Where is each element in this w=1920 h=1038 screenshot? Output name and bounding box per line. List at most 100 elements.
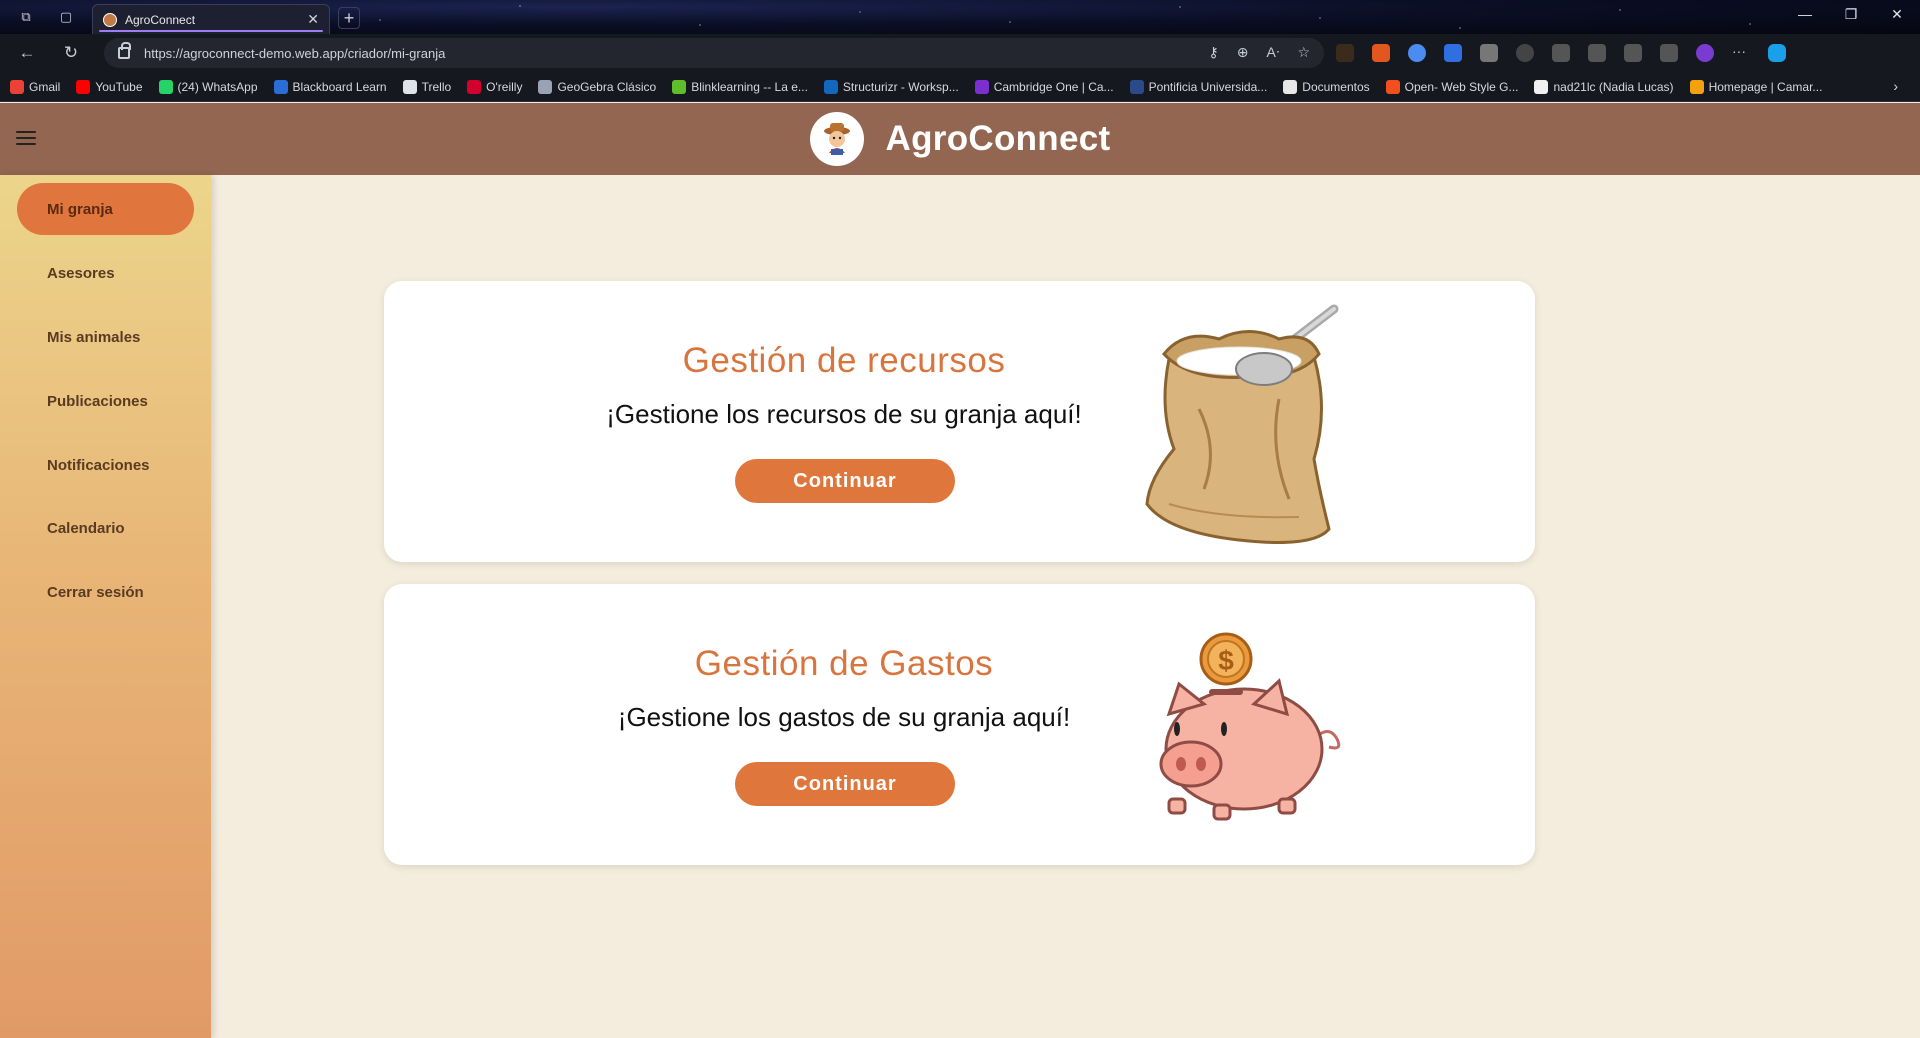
svg-text:$: $ <box>1218 645 1234 676</box>
lock-icon <box>118 42 131 59</box>
bookmark-label: Documentos <box>1302 79 1370 94</box>
more-menu-icon[interactable]: ··· <box>1732 44 1750 62</box>
browser-titlebar: ⧉ ▢ AgroConnect ✕ + — ❐ ✕ <box>0 0 1920 34</box>
extension-icon-5[interactable] <box>1480 44 1498 62</box>
key-icon[interactable]: ⚷ <box>1209 44 1219 61</box>
favorite-star-icon[interactable]: ☆ <box>1297 44 1310 61</box>
sidebar-item-cerrar-sesion[interactable]: Cerrar sesión <box>17 566 194 618</box>
bookmark-favicon-icon <box>974 79 989 94</box>
card-gestion-gastos: Gestión de Gastos ¡Gestione los gastos d… <box>384 584 1535 865</box>
profile-avatar[interactable] <box>1696 44 1714 62</box>
browser-tab-active[interactable]: AgroConnect ✕ <box>92 4 330 34</box>
bookmark-item[interactable]: O'reilly <box>467 79 523 94</box>
bookmark-favicon-icon <box>1385 79 1400 94</box>
bookmark-item[interactable]: Open- Web Style G... <box>1385 79 1518 94</box>
minimize-icon[interactable]: — <box>1782 6 1828 22</box>
bookmark-favicon-icon <box>76 79 91 94</box>
bookmark-label: Blackboard Learn <box>292 79 387 94</box>
workspaces-icon[interactable]: ⧉ <box>18 9 34 25</box>
browser-toolbar: ← ↻ https://agroconnect-demo.web.app/cri… <box>0 34 1920 72</box>
bookmark-item[interactable]: Blackboard Learn <box>273 79 387 94</box>
zoom-icon[interactable]: ⊕ <box>1237 44 1249 61</box>
restore-icon[interactable]: ❐ <box>1828 6 1874 23</box>
bookmark-label: Structurizr - Worksp... <box>842 79 959 94</box>
refresh-icon[interactable]: ↻ <box>60 44 82 62</box>
bookmark-item[interactable]: YouTube <box>76 79 143 94</box>
bookmark-item[interactable]: Blinklearning -- La e... <box>672 79 808 94</box>
bookmark-label: O'reilly <box>486 79 523 94</box>
split-screen-icon[interactable] <box>1552 44 1570 62</box>
bookmark-item[interactable]: Structurizr - Worksp... <box>823 79 959 94</box>
tab-actions-icon[interactable]: ▢ <box>58 9 74 25</box>
close-window-icon[interactable]: ✕ <box>1874 6 1920 23</box>
bookmark-favicon-icon <box>10 79 24 94</box>
bookmark-item[interactable]: Pontificia Universida... <box>1129 79 1267 94</box>
bookmark-label: (24) WhatsApp <box>177 79 258 94</box>
extension-icon-3[interactable] <box>1408 44 1426 62</box>
app-title: AgroConnect <box>885 119 1111 158</box>
bookmark-label: nad21lc (Nadia Lucas) <box>1553 79 1674 94</box>
flour-sack-icon <box>1129 289 1359 559</box>
sidebar-item-publicaciones[interactable]: Publicaciones <box>17 375 194 427</box>
bookmark-label: Blinklearning -- La e... <box>691 79 808 94</box>
bookmark-label: Gmail <box>29 79 61 94</box>
tab-favicon-icon <box>103 12 117 27</box>
translate-icon[interactable] <box>1444 44 1462 62</box>
extensions-puzzle-icon[interactable] <box>1516 44 1534 62</box>
continuar-gastos-button[interactable]: Continuar <box>735 762 955 806</box>
bookmark-favicon-icon <box>1129 79 1144 94</box>
extension-icon-2[interactable] <box>1372 44 1390 62</box>
bookmark-label: Homepage | Camar... <box>1708 79 1823 94</box>
bookmark-item[interactable]: (24) WhatsApp <box>158 79 258 94</box>
sidebar-item-asesores[interactable]: Asesores <box>17 247 194 299</box>
copilot-icon[interactable] <box>1768 44 1786 62</box>
bookmark-item[interactable]: Gmail <box>10 79 61 94</box>
bookmark-item[interactable]: Trello <box>402 79 452 94</box>
app-header: AgroConnect <box>0 103 1920 175</box>
piggy-bank-icon: $ <box>1129 629 1359 834</box>
bookmarks-overflow-icon[interactable]: › <box>1893 78 1898 94</box>
bookmark-favicon-icon <box>158 79 173 94</box>
back-icon[interactable]: ← <box>16 44 38 62</box>
collections-icon[interactable] <box>1624 44 1642 62</box>
browser-essentials-icon[interactable] <box>1660 44 1678 62</box>
extension-icon-1[interactable] <box>1336 44 1354 62</box>
url-text: https://agroconnect-demo.web.app/criador… <box>144 45 446 61</box>
bookmark-item[interactable]: GeoGebra Clásico <box>538 79 657 94</box>
tab-close-icon[interactable]: ✕ <box>307 11 319 28</box>
brand: AgroConnect <box>809 112 1111 166</box>
sidebar-item-calendario[interactable]: Calendario <box>17 502 194 554</box>
bookmark-favicon-icon <box>538 79 553 94</box>
sidebar-item-label: Calendario <box>47 519 125 537</box>
bookmark-label: Cambridge One | Ca... <box>993 79 1114 94</box>
sidebar-item-label: Mis animales <box>47 328 141 346</box>
bookmark-favicon-icon <box>823 79 838 94</box>
sidebar-item-label: Asesores <box>47 264 115 282</box>
bookmark-favicon-icon <box>402 79 417 94</box>
bookmark-item[interactable]: Documentos <box>1283 79 1370 94</box>
sidebar-item-mi-granja[interactable]: Mi granja <box>17 183 194 235</box>
bookmark-favicon-icon <box>1534 79 1549 94</box>
read-aloud-icon[interactable]: Aᐧ <box>1267 44 1280 61</box>
address-bar[interactable]: https://agroconnect-demo.web.app/criador… <box>104 38 1324 68</box>
bookmark-favicon-icon <box>1689 79 1704 94</box>
hamburger-menu-icon[interactable] <box>16 131 36 147</box>
favorites-icon[interactable] <box>1588 44 1606 62</box>
bookmark-favicon-icon <box>672 79 687 94</box>
bookmark-item[interactable]: Homepage | Camar... <box>1689 79 1823 94</box>
sidebar-item-label: Notificaciones <box>47 456 150 474</box>
continuar-recursos-button[interactable]: Continuar <box>735 459 955 503</box>
bookmark-item[interactable]: nad21lc (Nadia Lucas) <box>1534 79 1674 94</box>
extensions-bar: ··· <box>1336 44 1786 62</box>
bookmark-label: GeoGebra Clásico <box>557 79 657 94</box>
bookmark-item[interactable]: Cambridge One | Ca... <box>974 79 1114 94</box>
sidebar-item-label: Cerrar sesión <box>47 583 144 601</box>
sidebar: Mi granja Asesores Mis animales Publicac… <box>0 175 211 1038</box>
sidebar-item-notificaciones[interactable]: Notificaciones <box>17 439 194 491</box>
new-tab-button[interactable]: + <box>338 7 360 29</box>
bookmark-label: Trello <box>421 79 452 94</box>
tab-title: AgroConnect <box>125 12 196 27</box>
bookmark-favicon-icon <box>467 79 482 94</box>
sidebar-item-mis-animales[interactable]: Mis animales <box>17 311 194 363</box>
bookmarks-bar: Gmail YouTube (24) WhatsApp Blackboard Lear… <box>0 72 1920 102</box>
